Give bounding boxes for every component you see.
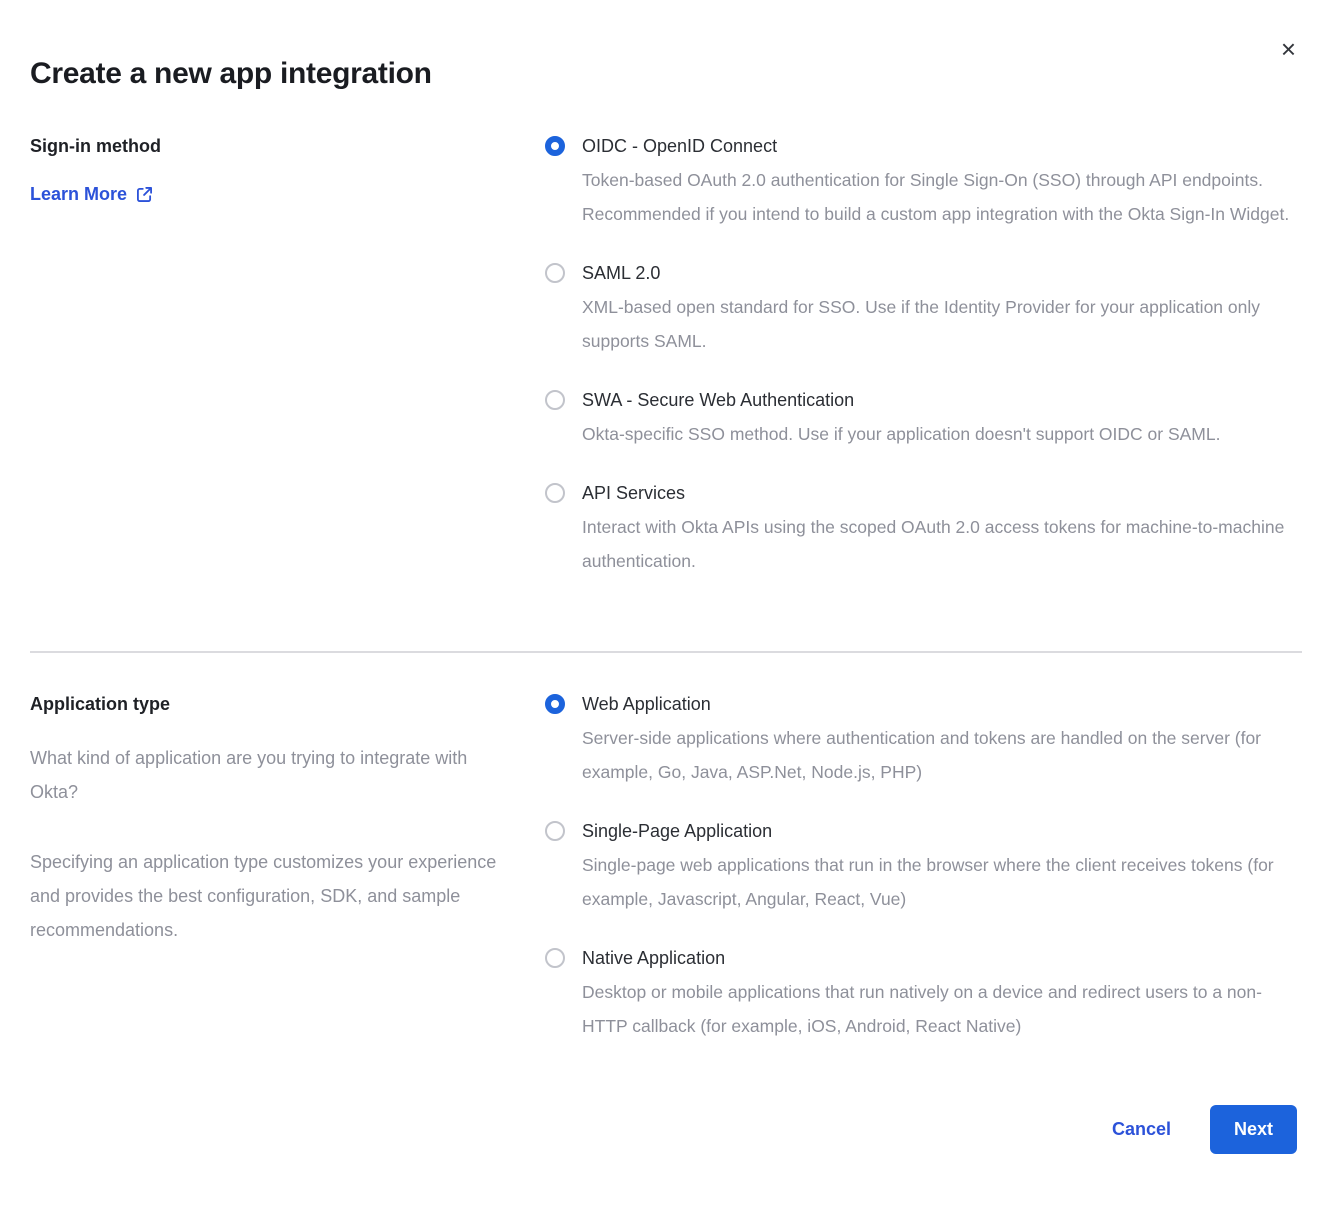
radio-option-single-page-application[interactable]: Single-Page Application Single-page web …: [545, 820, 1302, 916]
create-app-integration-dialog: × Create a new app integration Sign-in m…: [0, 0, 1332, 1210]
radio-option-label: SWA - Secure Web Authentication: [582, 389, 1220, 411]
radio-unselected-icon[interactable]: [545, 483, 565, 503]
learn-more-link[interactable]: Learn More: [30, 184, 153, 204]
radio-selected-icon[interactable]: [545, 136, 565, 156]
radio-option-label: Single-Page Application: [582, 820, 1302, 842]
dialog-footer: Cancel Next: [30, 1105, 1302, 1154]
radio-option-label: API Services: [582, 482, 1302, 504]
radio-option-swa[interactable]: SWA - Secure Web Authentication Okta-spe…: [545, 389, 1302, 451]
application-type-heading: Application type: [30, 693, 545, 715]
external-link-icon: [136, 186, 153, 203]
radio-option-native-application[interactable]: Native Application Desktop or mobile app…: [545, 947, 1302, 1043]
radio-option-description: Okta-specific SSO method. Use if your ap…: [582, 417, 1220, 451]
radio-option-label: SAML 2.0: [582, 262, 1302, 284]
cancel-button[interactable]: Cancel: [1112, 1119, 1171, 1140]
sign-in-method-section: Sign-in method Learn More OIDC - OpenID …: [30, 135, 1302, 609]
radio-option-description: Token-based OAuth 2.0 authentication for…: [582, 163, 1302, 231]
radio-option-label: Web Application: [582, 693, 1302, 715]
sign-in-method-options: OIDC - OpenID Connect Token-based OAuth …: [545, 135, 1302, 609]
radio-unselected-icon[interactable]: [545, 263, 565, 283]
application-type-note: Specifying an application type customize…: [30, 845, 512, 947]
radio-option-description: Interact with Okta APIs using the scoped…: [582, 510, 1302, 578]
application-type-options: Web Application Server-side applications…: [545, 693, 1302, 1074]
radio-unselected-icon[interactable]: [545, 390, 565, 410]
radio-option-saml[interactable]: SAML 2.0 XML-based open standard for SSO…: [545, 262, 1302, 358]
next-button[interactable]: Next: [1210, 1105, 1297, 1154]
radio-option-description: Server-side applications where authentic…: [582, 721, 1302, 789]
radio-option-label: Native Application: [582, 947, 1302, 969]
close-icon[interactable]: ×: [1279, 34, 1298, 64]
application-type-section: Application type What kind of applicatio…: [30, 693, 1302, 1074]
radio-option-description: Desktop or mobile applications that run …: [582, 975, 1302, 1043]
radio-option-web-application[interactable]: Web Application Server-side applications…: [545, 693, 1302, 789]
radio-option-api-services[interactable]: API Services Interact with Okta APIs usi…: [545, 482, 1302, 578]
radio-unselected-icon[interactable]: [545, 948, 565, 968]
radio-option-oidc[interactable]: OIDC - OpenID Connect Token-based OAuth …: [545, 135, 1302, 231]
dialog-title: Create a new app integration: [30, 0, 1302, 91]
learn-more-label: Learn More: [30, 184, 127, 204]
sign-in-method-heading: Sign-in method: [30, 135, 545, 157]
radio-option-description: Single-page web applications that run in…: [582, 848, 1302, 916]
radio-unselected-icon[interactable]: [545, 821, 565, 841]
section-divider: [30, 651, 1302, 653]
application-type-question: What kind of application are you trying …: [30, 741, 512, 809]
radio-option-description: XML-based open standard for SSO. Use if …: [582, 290, 1302, 358]
radio-selected-icon[interactable]: [545, 694, 565, 714]
radio-option-label: OIDC - OpenID Connect: [582, 135, 1302, 157]
